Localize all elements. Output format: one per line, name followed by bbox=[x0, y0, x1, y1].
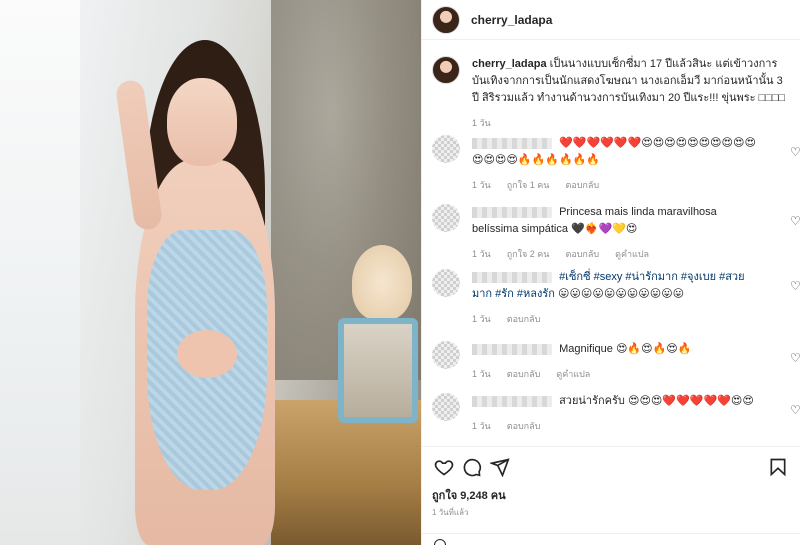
comment-time[interactable]: 1 วัน bbox=[472, 246, 491, 263]
blurred-username[interactable] bbox=[472, 395, 552, 407]
avatar[interactable] bbox=[432, 341, 460, 369]
comment-emoji: 🖤❤️‍🔥💜💛😍 bbox=[571, 223, 638, 235]
blurred-username[interactable] bbox=[472, 343, 552, 355]
blurred-username[interactable] bbox=[472, 206, 552, 218]
post-actions bbox=[422, 446, 800, 486]
bookmark-icon[interactable] bbox=[764, 453, 792, 481]
send-icon[interactable] bbox=[486, 453, 514, 481]
avatar[interactable] bbox=[432, 5, 460, 34]
list-item: Magnifique 😍🔥😍🔥😍🔥 1 วัน ตอบกลับ ดูคำแปล … bbox=[422, 341, 800, 383]
post-photo[interactable] bbox=[0, 0, 421, 545]
list-item: #เซ็กซี่ #sexy #น่ารักมาก #จุงเบย #สวยมา… bbox=[422, 269, 800, 328]
avatar[interactable] bbox=[432, 56, 460, 84]
comment-time[interactable]: 1 วัน bbox=[472, 418, 491, 435]
photo-lamp bbox=[352, 245, 412, 320]
blurred-username[interactable] bbox=[472, 137, 552, 149]
heart-icon[interactable]: ♡ bbox=[790, 279, 800, 293]
comment-text-main: สวยน่ารักครับ bbox=[559, 395, 625, 407]
comment-time[interactable]: 1 วัน bbox=[472, 177, 491, 194]
heart-icon[interactable]: ♡ bbox=[790, 145, 800, 159]
comment-likes[interactable]: ถูกใจ 2 คน bbox=[507, 246, 550, 263]
heart-icon[interactable]: ♡ bbox=[790, 403, 800, 417]
comments-list[interactable]: cherry_ladapa เป็นนางแบบเซ็กซี่มา 17 ปีแ… bbox=[422, 41, 800, 446]
heart-icon[interactable]: ♡ bbox=[790, 214, 800, 228]
heart-icon[interactable] bbox=[430, 453, 458, 481]
comment-likes[interactable]: ถูกใจ 1 คน bbox=[507, 177, 550, 194]
avatar[interactable] bbox=[432, 135, 460, 163]
caption-username[interactable]: cherry_ladapa bbox=[472, 58, 547, 70]
list-item: สวยน่ารักครับ 😍😍😍❤️❤️❤️❤️❤️😍😍 1 วัน ตอบก… bbox=[422, 393, 800, 435]
heart-icon[interactable]: ♡ bbox=[790, 351, 800, 365]
reply-button[interactable]: ตอบกลับ bbox=[507, 418, 541, 435]
translate-button[interactable]: ดูคำแปล bbox=[615, 246, 649, 263]
model-face bbox=[167, 78, 237, 166]
comment-time[interactable]: 1 วัน bbox=[472, 366, 491, 383]
post-side-panel: cherry_ladapa cherry_ladapa เป็นนางแบบเซ… bbox=[421, 0, 800, 545]
avatar[interactable] bbox=[432, 393, 460, 421]
caption: cherry_ladapa เป็นนางแบบเซ็กซี่มา 17 ปีแ… bbox=[422, 41, 800, 132]
comment-text-main: Magnifique bbox=[559, 343, 613, 355]
comment-time[interactable]: 1 วัน bbox=[472, 311, 491, 328]
post-container: cherry_ladapa cherry_ladapa เป็นนางแบบเซ… bbox=[0, 0, 800, 545]
reply-button[interactable]: ตอบกลับ bbox=[565, 177, 599, 194]
add-comment-bar[interactable] bbox=[422, 533, 800, 545]
post-timestamp[interactable]: 1 วันที่แล้ว bbox=[432, 506, 468, 519]
photo-picture-frame bbox=[338, 318, 418, 423]
model-waist bbox=[177, 330, 237, 378]
photo-window-light bbox=[0, 0, 80, 545]
header-username[interactable]: cherry_ladapa bbox=[471, 13, 552, 27]
caption-time[interactable]: 1 วัน bbox=[472, 115, 491, 132]
avatar[interactable] bbox=[432, 269, 460, 297]
comment-emoji: 😍🔥😍🔥😍🔥 bbox=[615, 343, 692, 355]
comment-emoji: 😍😍😍❤️❤️❤️❤️❤️😍😍 bbox=[627, 395, 754, 407]
post-header: cherry_ladapa bbox=[422, 0, 800, 40]
comment-icon[interactable] bbox=[458, 453, 486, 481]
photo-model bbox=[105, 20, 290, 545]
reply-button[interactable]: ตอบกลับ bbox=[507, 311, 541, 328]
reply-button[interactable]: ตอบกลับ bbox=[507, 366, 541, 383]
avatar[interactable] bbox=[432, 204, 460, 232]
comment-emoji: 😛😛😛😛😛😛😛😛😛😛😛 bbox=[558, 288, 685, 300]
list-item: ❤️❤️❤️❤️❤️❤️😍😍😍😍😍😍😍😍😍😍😍😍😍😍🔥🔥🔥🔥🔥🔥 1 วัน ถ… bbox=[422, 135, 800, 194]
list-item: Princesa mais linda maravilhosa belíssim… bbox=[422, 204, 800, 263]
translate-button[interactable]: ดูคำแปล bbox=[556, 366, 590, 383]
like-count[interactable]: ถูกใจ 9,248 คน bbox=[432, 486, 506, 504]
emoji-icon[interactable] bbox=[434, 539, 446, 545]
reply-button[interactable]: ตอบกลับ bbox=[565, 246, 599, 263]
blurred-username[interactable] bbox=[472, 271, 552, 283]
